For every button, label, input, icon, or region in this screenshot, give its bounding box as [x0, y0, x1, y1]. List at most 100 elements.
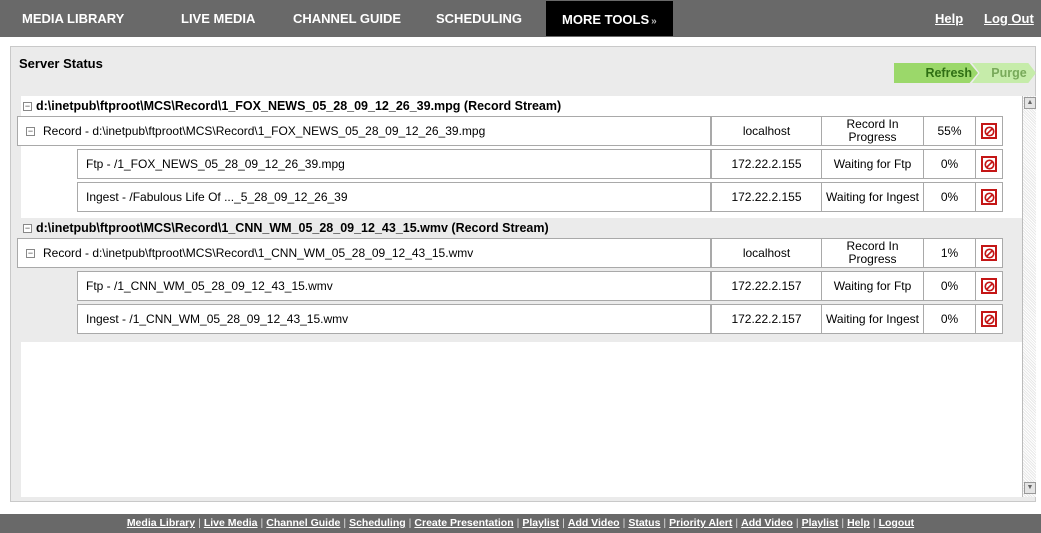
cancel-icon — [981, 189, 997, 205]
collapse-icon[interactable]: − — [26, 248, 35, 258]
task-progress-cell: 1% — [923, 238, 976, 268]
task-progress: 0% — [940, 189, 959, 204]
double-chevron-down-icon: » — [651, 16, 657, 27]
task-progress-cell: 0% — [923, 182, 976, 212]
cancel-task-button[interactable] — [975, 271, 1003, 301]
task-host-cell: localhost — [711, 116, 822, 146]
task-name: Ingest - /1_CNN_WM_05_28_09_12_43_15.wmv — [86, 312, 349, 326]
task-name: Ftp - /1_FOX_NEWS_05_28_09_12_26_39.mpg — [86, 157, 345, 171]
task-status-cell: Waiting for Ftp — [821, 149, 924, 179]
logout-link[interactable]: Log Out — [984, 0, 1034, 37]
cancel-task-button[interactable] — [975, 116, 1003, 146]
task-progress-cell: 0% — [923, 271, 976, 301]
footer-link[interactable]: Status — [628, 517, 660, 529]
purge-button[interactable]: Purge — [972, 63, 1036, 83]
status-list: − d:\inetpub\ftproot\MCS\Record\1_FOX_NEW… — [17, 96, 1022, 497]
footer-link[interactable]: Add Video — [568, 517, 620, 529]
task-status-cell: Waiting for Ingest — [821, 304, 924, 334]
help-link[interactable]: Help — [935, 0, 963, 37]
record-stream-header: − d:\inetpub\ftproot\MCS\Record\1_FOX_NEW… — [23, 97, 561, 116]
task-name-cell: Ingest - /1_CNN_WM_05_28_09_12_43_15.wmv — [77, 304, 711, 334]
nav-channel-guide[interactable]: CHANNEL GUIDE — [293, 0, 401, 37]
footer-separator: | — [795, 517, 799, 529]
task-progress: 1% — [940, 245, 959, 260]
table-row: Ftp - /1_CNN_WM_05_28_09_12_43_15.wmv 172… — [21, 271, 1022, 301]
task-name-cell: Ftp - /1_FOX_NEWS_05_28_09_12_26_39.mpg — [77, 149, 711, 179]
footer-link[interactable]: Scheduling — [349, 517, 406, 529]
nav-more-tools-label: MORE TOOLS — [562, 12, 650, 27]
page-title: Server Status — [19, 56, 103, 71]
task-progress: 55% — [937, 123, 962, 138]
table-row: − Record - d:\inetpub\ftproot\MCS\Record\… — [17, 116, 1022, 146]
cancel-icon — [981, 311, 997, 327]
task-status-cell: Record In Progress — [821, 238, 924, 268]
record-stream-group: − d:\inetpub\ftproot\MCS\Record\1_FOX_NEW… — [17, 96, 1022, 220]
footer-link[interactable]: Playlist — [802, 517, 839, 529]
scroll-down-icon[interactable]: ▼ — [1024, 482, 1036, 494]
nav-live-media[interactable]: LIVE MEDIA — [181, 0, 255, 37]
task-progress: 0% — [940, 278, 959, 293]
vertical-scrollbar[interactable]: ▲ ▼ — [1022, 96, 1036, 497]
cancel-icon — [981, 123, 997, 139]
task-name-cell: Ingest - /Fabulous Life Of ..._5_28_09_1… — [77, 182, 711, 212]
task-name-cell: Ftp - /1_CNN_WM_05_28_09_12_43_15.wmv — [77, 271, 711, 301]
footer-separator: | — [516, 517, 520, 529]
cancel-task-button[interactable] — [975, 149, 1003, 179]
task-progress: 0% — [940, 311, 959, 326]
record-stream-header: − d:\inetpub\ftproot\MCS\Record\1_CNN_WM_… — [23, 219, 549, 238]
task-name: Record - d:\inetpub\ftproot\MCS\Record\1… — [43, 246, 474, 260]
footer-separator: | — [260, 517, 264, 529]
footer-link[interactable]: Live Media — [204, 517, 258, 529]
footer-link[interactable]: Priority Alert — [669, 517, 732, 529]
nav-scheduling[interactable]: SCHEDULING — [436, 0, 522, 37]
record-stream-title: d:\inetpub\ftproot\MCS\Record\1_FOX_NEWS… — [36, 99, 562, 113]
task-name-cell: − Record - d:\inetpub\ftproot\MCS\Record\… — [17, 116, 711, 146]
footer-link[interactable]: Channel Guide — [266, 517, 340, 529]
task-progress-cell: 0% — [923, 149, 976, 179]
task-status-cell: Waiting for Ingest — [821, 182, 924, 212]
footer-nav: Media Library | Live Media | Channel Guide | S… — [0, 514, 1041, 533]
refresh-button[interactable]: Refresh — [894, 63, 978, 83]
footer-link[interactable]: Help — [847, 517, 870, 529]
footer-separator: | — [622, 517, 626, 529]
footer-link[interactable]: Media Library — [127, 517, 195, 529]
task-status: Waiting for Ingest — [826, 311, 919, 326]
footer-link[interactable]: Logout — [879, 517, 915, 529]
collapse-icon[interactable]: − — [23, 102, 32, 112]
task-host-cell: localhost — [711, 238, 822, 268]
table-row: − Record - d:\inetpub\ftproot\MCS\Record\… — [17, 238, 1022, 268]
footer-separator: | — [562, 517, 565, 529]
collapse-icon[interactable]: − — [26, 126, 35, 136]
nav-media-library[interactable]: MEDIA LIBRARY — [22, 0, 124, 37]
task-host: 172.22.2.157 — [731, 278, 802, 293]
top-nav: MEDIA LIBRARY LIVE MEDIA CHANNEL GUIDE S… — [0, 0, 1041, 37]
table-row: Ingest - /1_CNN_WM_05_28_09_12_43_15.wmv… — [21, 304, 1022, 334]
task-host-cell: 172.22.2.155 — [711, 182, 822, 212]
footer-link[interactable]: Playlist — [522, 517, 559, 529]
task-progress: 0% — [940, 156, 959, 171]
scroll-up-icon[interactable]: ▲ — [1024, 97, 1036, 109]
footer-separator: | — [408, 517, 412, 529]
collapse-icon[interactable]: − — [23, 224, 32, 234]
task-name-cell: − Record - d:\inetpub\ftproot\MCS\Record\… — [17, 238, 711, 268]
footer-link[interactable]: Add Video — [741, 517, 793, 529]
task-status-cell: Waiting for Ftp — [821, 271, 924, 301]
cancel-task-button[interactable] — [975, 182, 1003, 212]
cancel-icon — [981, 156, 997, 172]
cancel-task-button[interactable] — [975, 304, 1003, 334]
task-status: Waiting for Ftp — [833, 278, 912, 293]
task-host: 172.22.2.157 — [731, 311, 802, 326]
nav-more-tools[interactable]: MORE TOOLS» — [546, 1, 673, 36]
footer-separator: | — [343, 517, 347, 529]
task-name: Ingest - /Fabulous Life Of ..._5_28_09_1… — [86, 190, 348, 204]
task-status: Waiting for Ingest — [826, 189, 919, 204]
cancel-icon — [981, 245, 997, 261]
footer-separator: | — [872, 517, 876, 529]
task-host: localhost — [742, 123, 791, 138]
task-host-cell: 172.22.2.155 — [711, 149, 822, 179]
footer-link[interactable]: Create Presentation — [414, 517, 513, 529]
table-row: Ftp - /1_FOX_NEWS_05_28_09_12_26_39.mpg 1… — [21, 149, 1022, 179]
cancel-task-button[interactable] — [975, 238, 1003, 268]
task-status: Record In Progress — [846, 117, 899, 144]
task-progress-cell: 0% — [923, 304, 976, 334]
